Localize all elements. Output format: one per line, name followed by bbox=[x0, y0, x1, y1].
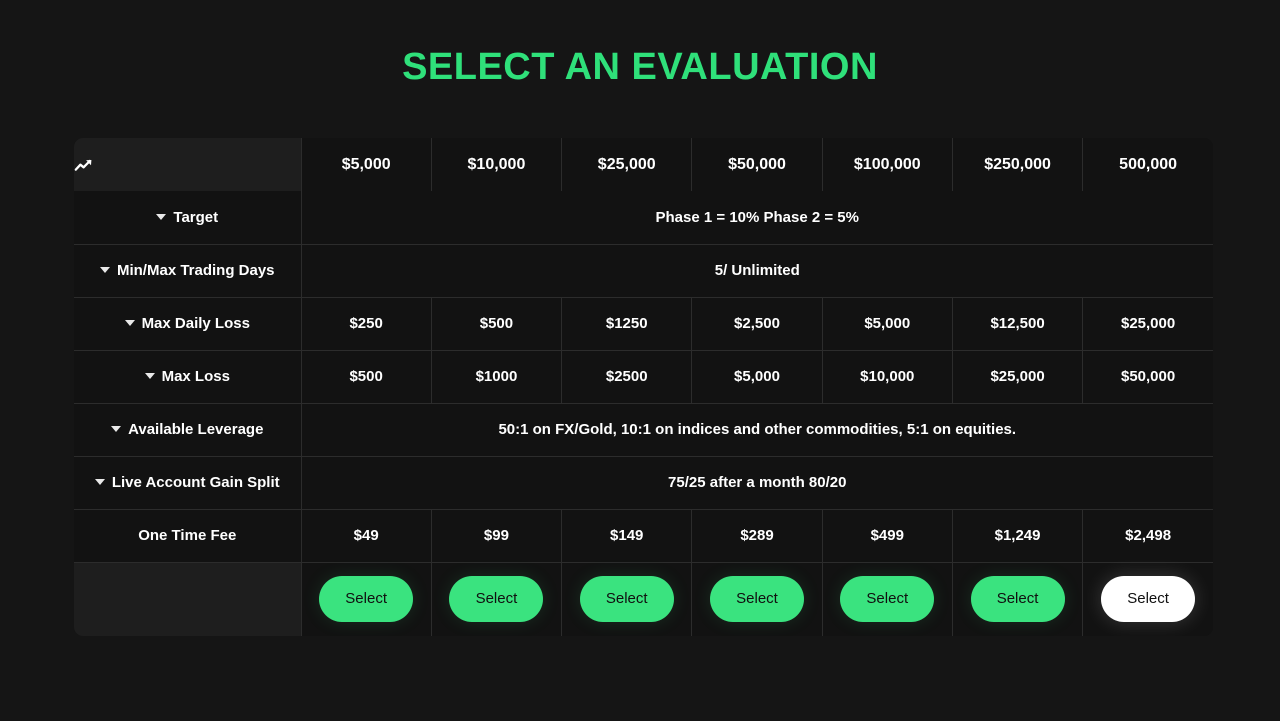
table-row-target: Target Phase 1 = 10% Phase 2 = 5% bbox=[74, 191, 1213, 245]
select-cell: Select bbox=[301, 562, 432, 636]
row-value-available-leverage: 50:1 on FX/Gold, 10:1 on indices and oth… bbox=[301, 403, 1213, 457]
table-cell: $149 bbox=[561, 509, 693, 563]
table-cell: $10,000 bbox=[822, 350, 953, 404]
row-label-text: Available Leverage bbox=[128, 421, 264, 438]
row-label-target[interactable]: Target bbox=[74, 191, 302, 245]
table-cell: $289 bbox=[691, 509, 823, 563]
select-cell: Select bbox=[691, 562, 823, 636]
table-cell: $1,249 bbox=[952, 509, 1084, 563]
table-cell: $99 bbox=[431, 509, 563, 563]
column-header: $25,000 bbox=[561, 138, 693, 191]
table-body: Target Phase 1 = 10% Phase 2 = 5% Min/Ma… bbox=[74, 191, 1213, 636]
row-value-min-max-trading-days: 5/ Unlimited bbox=[301, 244, 1213, 298]
table-head: $5,000 $10,000 $25,000 $50,000 $100,000 … bbox=[74, 138, 1213, 191]
select-button-25000[interactable]: Select bbox=[579, 576, 674, 623]
table-cell: $50,000 bbox=[1082, 350, 1213, 404]
table-cell: $500 bbox=[431, 297, 563, 351]
column-header: $5,000 bbox=[301, 138, 432, 191]
pricing-page: SELECT AN EVALUATION $5,000 $10,000 $25,… bbox=[0, 0, 1280, 721]
select-cell: Select bbox=[822, 562, 953, 636]
table-cell: $499 bbox=[822, 509, 953, 563]
header-row: $5,000 $10,000 $25,000 $50,000 $100,000 … bbox=[74, 138, 1213, 191]
header-corner-cell bbox=[74, 138, 302, 191]
pricing-table: $5,000 $10,000 $25,000 $50,000 $100,000 … bbox=[74, 138, 1213, 636]
table-cell: $250 bbox=[301, 297, 432, 351]
row-label-text: Min/Max Trading Days bbox=[116, 262, 275, 279]
table-cell: $2,500 bbox=[691, 297, 823, 351]
table-row-select-actions: Select Select Select Select Select Selec… bbox=[74, 562, 1213, 636]
table-cell: $5,000 bbox=[822, 297, 953, 351]
select-button-50000[interactable]: Select bbox=[710, 576, 804, 623]
chevron-down-icon[interactable] bbox=[111, 426, 122, 432]
table-row-available-leverage: Available Leverage 50:1 on FX/Gold, 10:1… bbox=[74, 403, 1213, 457]
chevron-down-icon[interactable] bbox=[156, 213, 167, 220]
select-cell: Select bbox=[561, 562, 693, 636]
row-label-one-time-fee: One Time Fee bbox=[74, 509, 302, 563]
row-label-text: Max Daily Loss bbox=[141, 315, 250, 332]
table-cell: $49 bbox=[301, 509, 432, 563]
table-cell: $2,498 bbox=[1082, 509, 1213, 563]
select-button-10000[interactable]: Select bbox=[449, 576, 544, 623]
row-label-text: Live Account Gain Split bbox=[111, 474, 280, 491]
page-title: SELECT AN EVALUATION bbox=[402, 46, 878, 88]
select-button-250000[interactable]: Select bbox=[970, 576, 1065, 623]
row-label-max-loss[interactable]: Max Loss bbox=[74, 350, 302, 404]
select-cell: Select bbox=[1082, 562, 1213, 636]
table-cell: $500 bbox=[301, 350, 432, 404]
row-label-max-daily-loss[interactable]: Max Daily Loss bbox=[74, 297, 302, 351]
table-cell: $25,000 bbox=[1082, 297, 1213, 351]
trending-up-icon bbox=[74, 157, 96, 173]
row-label-text: Max Loss bbox=[161, 368, 230, 385]
row-label-live-account-gain-split[interactable]: Live Account Gain Split bbox=[74, 456, 302, 510]
select-button-5000[interactable]: Select bbox=[319, 576, 414, 623]
table-cell: $1250 bbox=[561, 297, 693, 351]
select-cell: Select bbox=[952, 562, 1084, 636]
table-cell: $2500 bbox=[561, 350, 693, 404]
chevron-down-icon[interactable] bbox=[94, 479, 105, 485]
evaluation-pricing-table: $5,000 $10,000 $25,000 $50,000 $100,000 … bbox=[74, 138, 1213, 636]
row-label-min-max-trading-days[interactable]: Min/Max Trading Days bbox=[74, 244, 302, 298]
column-header: $10,000 bbox=[431, 138, 563, 191]
table-row-max-daily-loss: Max Daily Loss $250 $500 $1250 $2,500 $5… bbox=[74, 297, 1213, 351]
column-header: $250,000 bbox=[952, 138, 1084, 191]
chevron-down-icon[interactable] bbox=[144, 373, 155, 379]
table-cell: $12,500 bbox=[952, 297, 1084, 351]
table-row-min-max-trading-days: Min/Max Trading Days 5/ Unlimited bbox=[74, 244, 1213, 298]
column-header: 500,000 bbox=[1082, 138, 1213, 191]
table-cell: $1000 bbox=[431, 350, 563, 404]
row-value-live-account-gain-split: 75/25 after a month 80/20 bbox=[301, 456, 1213, 510]
table-row-max-loss: Max Loss $500 $1000 $2500 $5,000 $10,000… bbox=[74, 350, 1213, 404]
row-label-text: Target bbox=[173, 208, 219, 226]
table-row-live-account-gain-split: Live Account Gain Split 75/25 after a mo… bbox=[74, 456, 1213, 510]
row-label-available-leverage[interactable]: Available Leverage bbox=[74, 403, 302, 457]
row-value-target: Phase 1 = 10% Phase 2 = 5% bbox=[301, 191, 1213, 245]
table-cell: $5,000 bbox=[691, 350, 823, 404]
table-cell: $25,000 bbox=[952, 350, 1084, 404]
select-button-100000[interactable]: Select bbox=[840, 576, 935, 623]
row-label-text: One Time Fee bbox=[138, 527, 237, 544]
chevron-down-icon[interactable] bbox=[124, 320, 135, 326]
column-header: $100,000 bbox=[822, 138, 953, 191]
column-header: $50,000 bbox=[691, 138, 823, 191]
action-row-label bbox=[74, 562, 302, 636]
table-row-one-time-fee: One Time Fee $49 $99 $149 $289 $499 $1,2… bbox=[74, 509, 1213, 563]
select-cell: Select bbox=[431, 562, 563, 636]
select-button-500000[interactable]: Select bbox=[1101, 576, 1196, 623]
chevron-down-icon[interactable] bbox=[99, 267, 110, 273]
